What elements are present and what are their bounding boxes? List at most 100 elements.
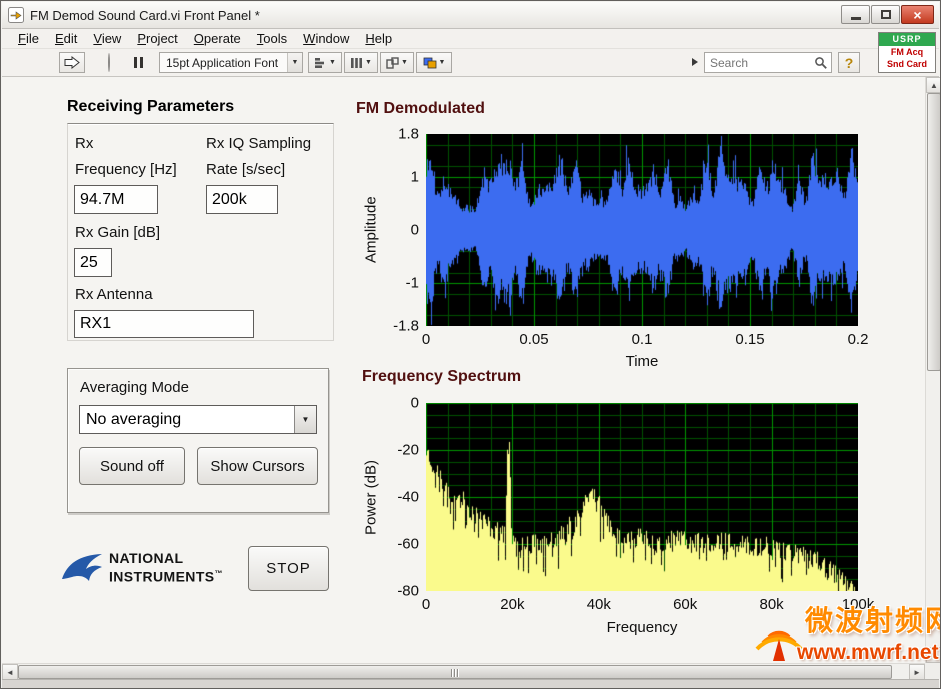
vi-icon[interactable]: USRP FM Acq Snd Card (878, 32, 936, 73)
vi-icon-line2: Snd Card (886, 59, 927, 69)
rx-antenna-label: Rx Antenna (75, 286, 153, 303)
ni-logo-text: NATIONAL INSTRUMENTS™ (109, 551, 223, 585)
font-selector-label: 15pt Application Font (166, 55, 279, 70)
averaging-mode-label: Averaging Mode (80, 379, 189, 396)
xtick-label: 0.1 (631, 331, 653, 348)
ytick-label: -80 (397, 582, 419, 600)
vi-icon-usrp-label: USRP (879, 33, 935, 46)
ni-logo-line2: INSTRUMENTS (109, 568, 215, 585)
help-button[interactable]: ? (838, 52, 860, 73)
fm-y-axis-label: Amplitude (362, 196, 380, 264)
scroll-up-icon[interactable]: ▲ (926, 77, 940, 93)
xtick-label: 80k (759, 596, 784, 613)
distribute-objects-button[interactable]: ▼ (344, 52, 378, 73)
rx-gain-input[interactable] (74, 248, 112, 277)
fm-chart-title: FM Demodulated (356, 100, 485, 117)
menu-window[interactable]: Window (295, 29, 357, 48)
xtick-label: 0.05 (519, 331, 549, 348)
abort-icon (108, 53, 110, 72)
show-cursors-button[interactable]: Show Cursors (197, 447, 318, 485)
receiving-parameters-title: Receiving Parameters (67, 98, 235, 115)
chevron-down-icon[interactable]: ▼ (287, 53, 302, 72)
rx-gain-label: Rx Gain [dB] (75, 224, 161, 241)
menu-view[interactable]: View (85, 29, 129, 48)
search-icon[interactable] (814, 56, 828, 70)
chevron-down-icon: ▼ (329, 59, 336, 66)
labview-window: FM Demod Sound Card.vi Front Panel * × F… (0, 0, 941, 689)
rx-iq-sampling-label: Rx IQ Sampling Rate [s/sec] (206, 135, 312, 178)
spectrum-chart-title: Frequency Spectrum (362, 368, 522, 385)
run-button[interactable] (59, 52, 85, 73)
chevron-down-icon[interactable]: ▼ (294, 406, 316, 433)
chevron-down-icon: ▼ (401, 59, 408, 66)
rx-antenna-input[interactable] (74, 310, 254, 338)
xtick-label: 0.2 (847, 331, 869, 348)
search-box[interactable] (704, 52, 832, 73)
font-selector[interactable]: 15pt Application Font ▼ (159, 52, 303, 73)
xtick-label: 100k (841, 596, 875, 613)
resize-objects-button[interactable]: ▼ (380, 52, 414, 73)
spectrum-y-axis-label: Power (dB) (362, 459, 380, 535)
ytick-label: -1 (405, 274, 419, 292)
reorder-icon (423, 57, 436, 68)
close-button[interactable]: × (901, 5, 934, 24)
distribute-objects-icon (351, 57, 363, 68)
menu-file[interactable]: File (10, 29, 47, 48)
vertical-scroll-thumb[interactable] (927, 93, 940, 371)
minimize-button[interactable] (841, 5, 870, 24)
ytick-label: 1.8 (398, 125, 419, 143)
window-title: FM Demod Sound Card.vi Front Panel * (30, 7, 260, 23)
menu-bar: File Edit View Project Operate Tools Win… (2, 29, 939, 49)
menu-operate[interactable]: Operate (186, 29, 249, 48)
rx-iq-sampling-input[interactable] (206, 185, 278, 214)
stop-button[interactable]: STOP (248, 546, 329, 591)
horizontal-scrollbar[interactable]: ◄ ► (2, 663, 925, 680)
pause-button[interactable] (130, 54, 146, 71)
horizontal-scroll-thumb[interactable] (18, 665, 892, 679)
xtick-label: 40k (586, 596, 611, 613)
vertical-scrollbar[interactable]: ▲ ▼ (925, 77, 940, 663)
menu-project[interactable]: Project (129, 29, 185, 48)
scroll-down-icon[interactable]: ▼ (926, 647, 940, 663)
ytick-label: 0 (410, 394, 419, 412)
toolbar: 15pt Application Font ▼ ▼ ▼ ▼ ▼ ? (2, 49, 939, 77)
title-bar[interactable]: FM Demod Sound Card.vi Front Panel * × (2, 2, 939, 29)
abort-button[interactable] (108, 53, 126, 72)
xtick-label: 60k (673, 596, 698, 613)
labview-icon (8, 7, 24, 23)
run-arrow-icon (64, 56, 80, 69)
chevron-down-icon: ▼ (365, 59, 372, 66)
xtick-label: 20k (500, 596, 525, 613)
menu-tools[interactable]: Tools (249, 29, 295, 48)
scrollbar-corner (925, 663, 940, 679)
spectrum-x-axis-label: Frequency (606, 619, 678, 636)
xtick-label: 0.15 (735, 331, 765, 348)
help-icon: ? (844, 54, 854, 71)
reorder-button[interactable]: ▼ (416, 52, 452, 73)
window-bottom-edge (2, 679, 939, 688)
ytick-label: -1.8 (393, 317, 419, 335)
scroll-left-icon[interactable]: ◄ (2, 664, 18, 680)
rx-frequency-label: Rx Frequency [Hz] (75, 135, 177, 178)
maximize-button[interactable] (871, 5, 900, 24)
fm-demodulated-graph: FM Demodulated Amplitude Time 1.8 1 0 -1 -1.… (353, 97, 868, 373)
spectrum-plot[interactable] (426, 403, 858, 591)
resize-objects-icon (386, 56, 399, 69)
align-objects-icon (315, 57, 325, 68)
sound-off-button[interactable]: Sound off (79, 447, 185, 485)
ni-eagle-icon (62, 554, 102, 581)
trademark-symbol: ™ (214, 569, 223, 579)
averaging-mode-dropdown[interactable]: No averaging ▼ (79, 405, 317, 434)
ytick-label: -20 (397, 441, 419, 459)
scroll-right-icon[interactable]: ► (909, 664, 925, 680)
menu-help[interactable]: Help (357, 29, 400, 48)
xtick-label: 0 (421, 331, 431, 348)
search-input[interactable] (710, 55, 814, 70)
fm-waveform-plot[interactable] (426, 134, 858, 326)
front-panel: Receiving Parameters Rx Frequency [Hz] R… (2, 77, 925, 663)
scroll-grip (451, 669, 459, 677)
rx-frequency-input[interactable] (74, 185, 158, 214)
menu-edit[interactable]: Edit (47, 29, 85, 48)
search-expand-icon[interactable] (692, 58, 698, 66)
align-objects-button[interactable]: ▼ (308, 52, 342, 73)
